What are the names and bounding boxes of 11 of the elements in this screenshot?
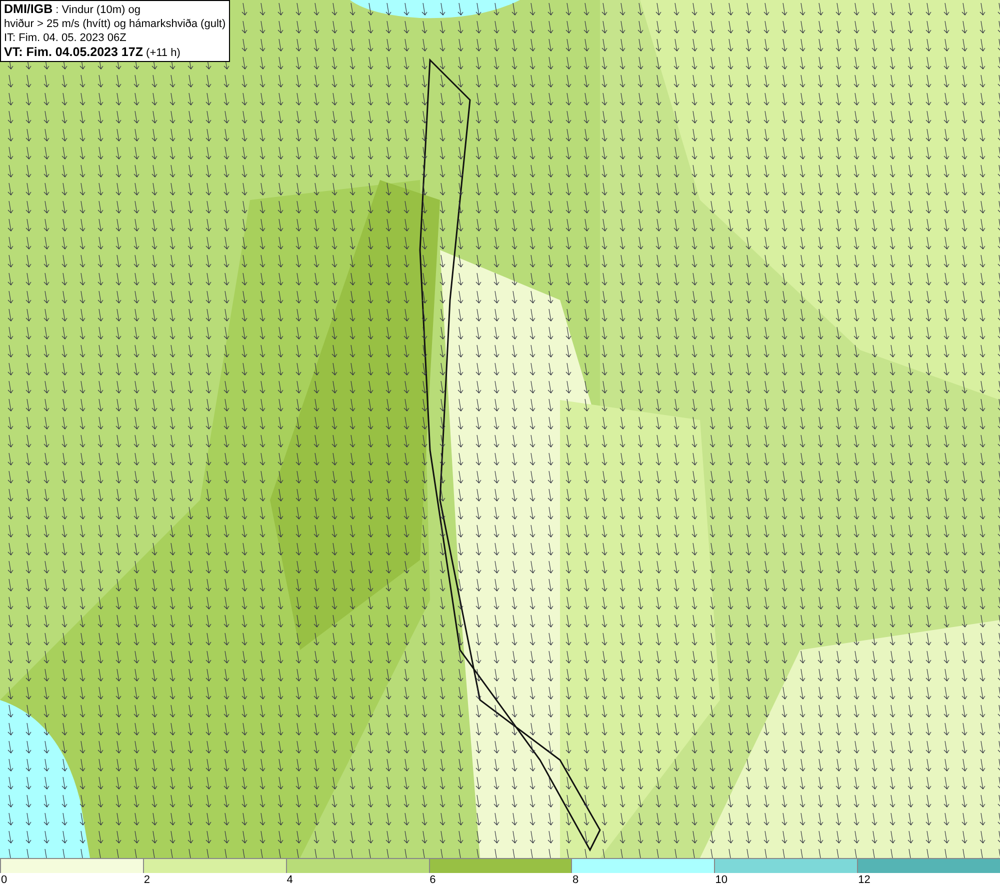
scale-label: 4	[286, 874, 293, 886]
scale-label: 10	[715, 874, 728, 886]
caption-line: hviður > 25 m/s (hvítt) og hámarkshviða (gult)	[4, 17, 226, 31]
scale-label: 8	[572, 874, 579, 886]
caption-line: DMI/IGB : Vindur (10m) og	[4, 2, 142, 17]
caption-line: VT: Fim. 04.05.2023 17Z (+11 h)	[4, 45, 182, 60]
scale-label: 6	[430, 874, 436, 886]
scale-label: 12	[858, 874, 870, 886]
caption-line: IT: Fim. 04. 05. 2023 06Z	[4, 31, 128, 45]
scale-label: 0	[1, 874, 8, 886]
scale-label: 2	[144, 874, 150, 886]
